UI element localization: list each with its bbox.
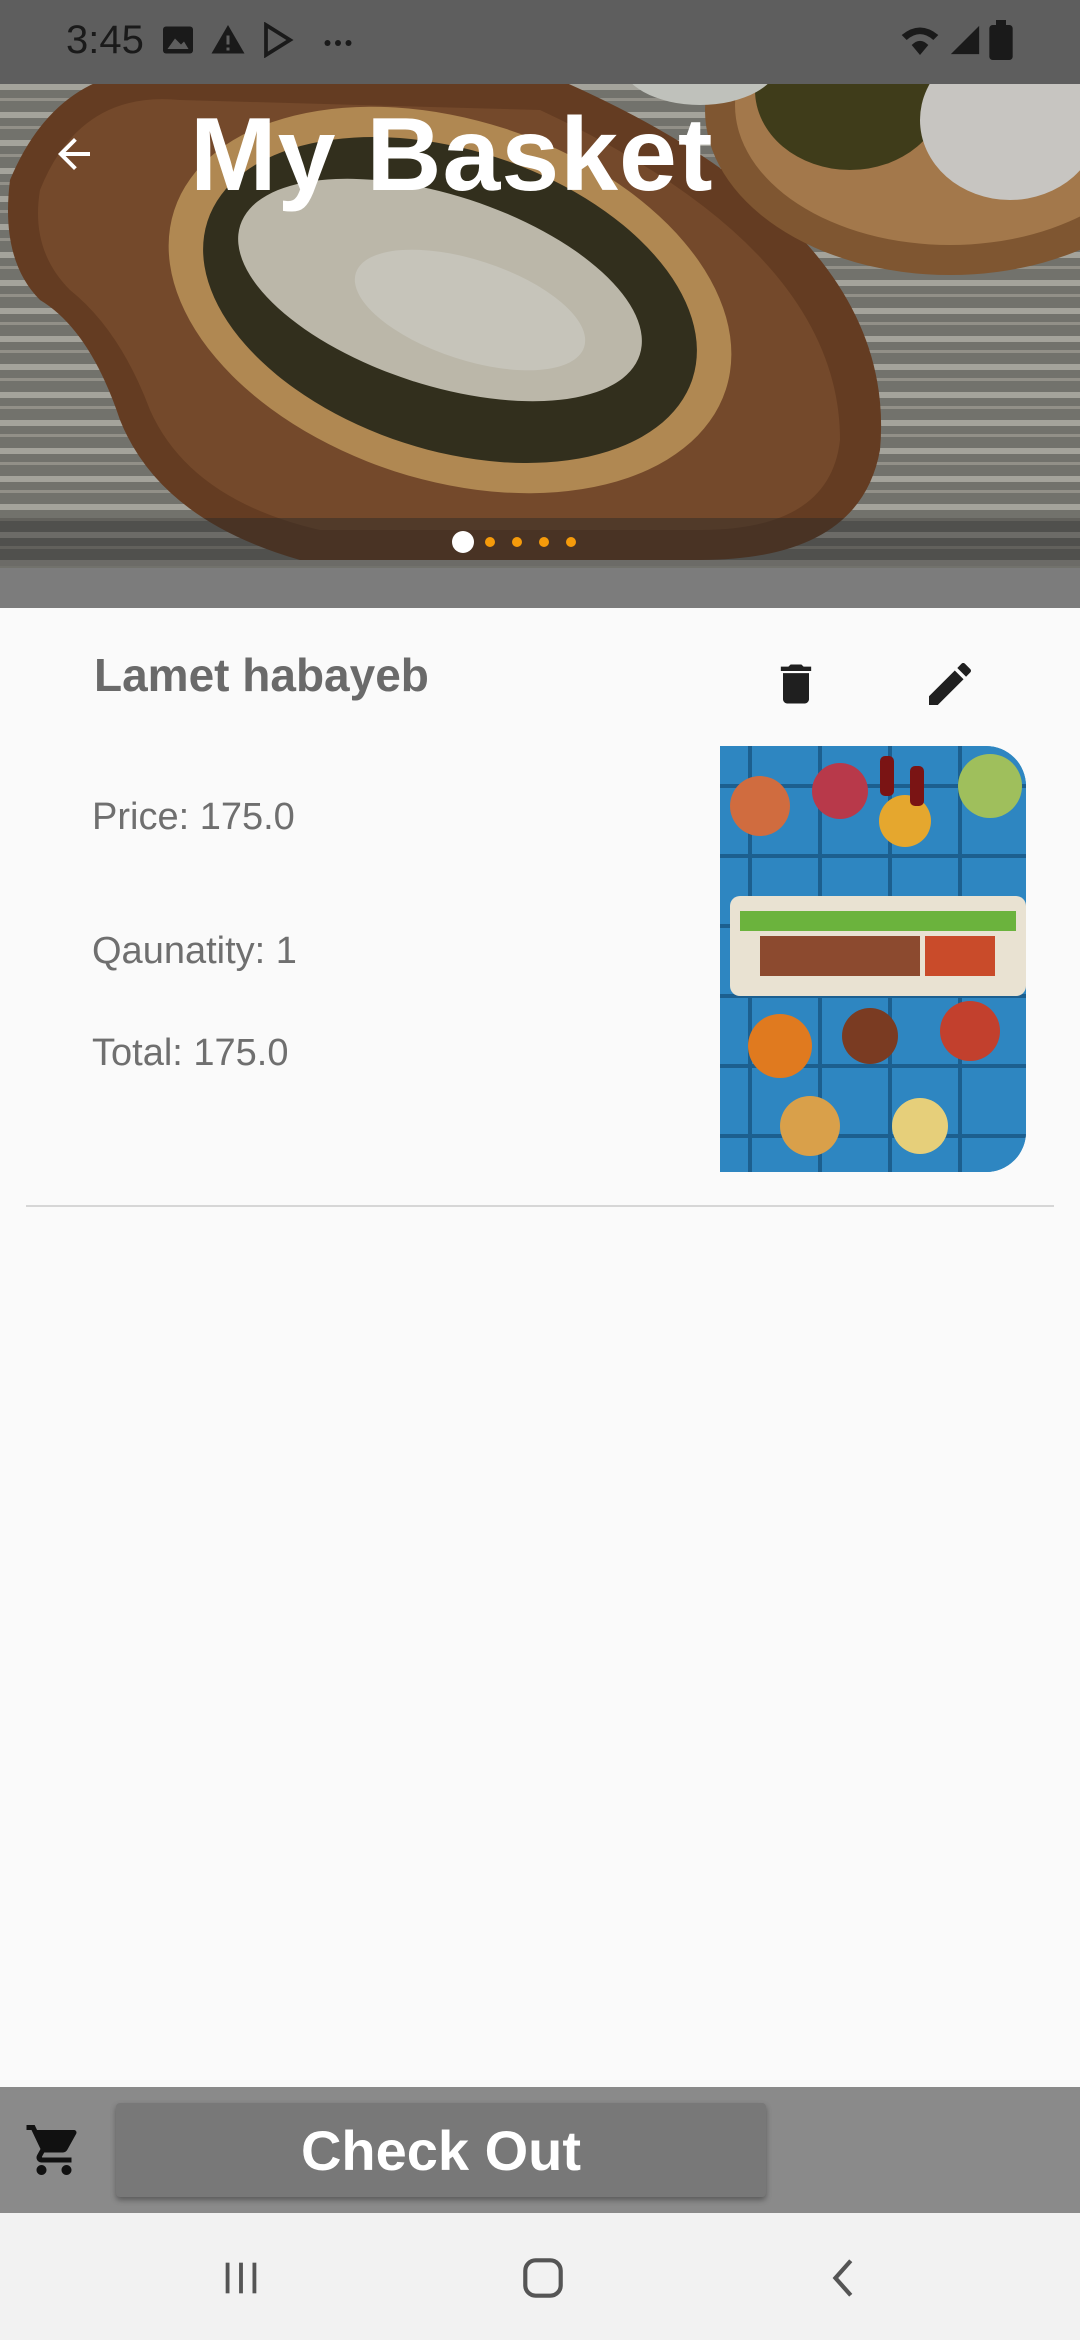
status-time: 3:45 [66, 18, 144, 62]
pencil-icon [929, 662, 972, 705]
status-bar: 3:45 [0, 0, 1080, 84]
edit-button[interactable] [920, 654, 980, 714]
recents-button[interactable] [206, 2243, 276, 2313]
more-dots-icon [324, 40, 352, 46]
system-nav-bar [0, 2213, 1080, 2340]
item-divider [26, 1205, 1054, 1207]
carousel-indicator[interactable] [0, 518, 1080, 566]
nav-back-button[interactable] [810, 2243, 880, 2313]
delete-button[interactable] [766, 654, 826, 714]
item-quantity: Qaunatity: 1 [92, 930, 297, 972]
checkout-bar: Check Out [0, 2087, 1080, 2213]
warning-icon [211, 25, 245, 54]
carousel-dot[interactable] [452, 531, 474, 553]
recents-icon [225, 2262, 257, 2294]
item-total: Total: 175.0 [92, 1032, 289, 1074]
page-title: My Basket [190, 97, 714, 213]
carousel-dot[interactable] [485, 537, 495, 547]
food-spread-image [720, 746, 1026, 1172]
item-name: Lamet habayeb [94, 649, 429, 701]
carousel-dot[interactable] [512, 537, 522, 547]
image-icon [163, 26, 193, 54]
header-image-carousel[interactable] [0, 0, 1080, 568]
back-icon [832, 2259, 853, 2297]
trash-icon [780, 664, 812, 704]
battery-icon [989, 20, 1013, 60]
carousel-dot[interactable] [539, 537, 549, 547]
shopping-cart-icon[interactable] [24, 2120, 84, 2180]
checkout-button[interactable]: Check Out [116, 2103, 766, 2197]
home-icon [523, 2258, 563, 2298]
carousel-dot[interactable] [566, 537, 576, 547]
item-image [720, 746, 1026, 1172]
signal-icon [950, 25, 980, 55]
back-button[interactable] [44, 124, 104, 184]
item-price: Price: 175.0 [92, 796, 295, 838]
header-bottom-band [0, 568, 1080, 608]
arrow-back-icon [58, 138, 90, 170]
home-button[interactable] [508, 2243, 578, 2313]
play-store-icon [264, 22, 294, 58]
wifi-icon [901, 27, 939, 55]
